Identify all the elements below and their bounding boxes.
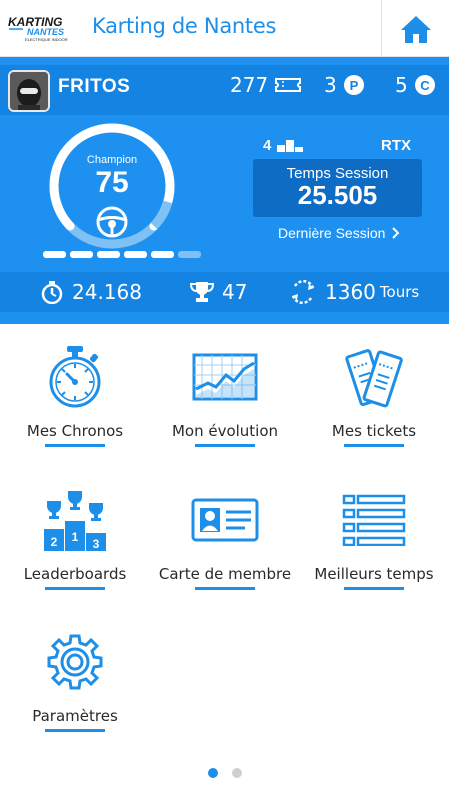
svg-text:3: 3 [93,537,100,551]
menu-item-leaderboards[interactable]: 2 1 3 Leaderboards [0,467,150,607]
level-progress-bar [43,251,201,258]
menu-label: Leaderboards [23,565,127,583]
svg-text:1: 1 [72,530,79,544]
progress-segment [124,251,147,258]
svg-text:NANTES: NANTES [27,27,64,37]
progress-segment [43,251,66,258]
menu-underline [45,587,105,590]
progress-segment [178,251,201,258]
app-title: Karting de Nantes [92,14,277,38]
podium-icon: 2 1 3 [40,487,110,553]
progress-segment [97,251,120,258]
menu-underline [344,587,404,590]
home-icon [400,15,431,43]
chevron-right-icon [392,227,400,239]
progress-segment [151,251,174,258]
menu-item-meilleurs-temps[interactable]: Meilleurs temps [299,467,449,607]
rank: 4 [263,137,304,154]
home-button[interactable] [382,0,449,57]
level-value: 75 [95,166,129,199]
page-dot-2[interactable] [231,768,242,778]
member-card-icon [190,487,260,553]
podium-small-icon [277,139,304,152]
rank-value: 4 [263,137,272,154]
stats-band: 24.168 47 1360 Tours [0,272,449,312]
session-time-box: Temps Session 25.505 [253,159,422,217]
menu-item-mon-evolution[interactable]: Mon évolution [150,324,300,464]
menu-item-mes-chronos[interactable]: Mes Chronos [0,324,150,464]
progress-segment [70,251,93,258]
svg-text:P: P [349,78,358,93]
menu-label: Meilleurs temps [314,565,434,583]
credits-value: 5 [395,73,408,97]
menu-item-mes-tickets[interactable]: Mes tickets [299,324,449,464]
svg-text:ELECTRIQUE INDOOR: ELECTRIQUE INDOOR [25,37,68,42]
kart-name: RTX [381,137,411,154]
svg-text:C: C [420,78,430,93]
menu-underline [344,444,404,447]
credits-count: 5 C [395,73,436,97]
menu-label: Carte de membre [158,565,292,583]
menu-label: Mes tickets [331,422,417,440]
menu-underline [195,444,255,447]
list-icon [339,487,409,553]
trophy-icon [190,282,214,302]
svg-text:2: 2 [51,535,58,549]
profile-panel: FRITOS 277 3 P 5 C Champion 75 4 RTX Tem… [0,57,449,324]
points-icon: P [343,75,364,95]
stopwatch-small-icon [41,281,63,304]
laps-unit: Tours [379,283,420,301]
ticket-icon [275,78,302,92]
trophies-value: 47 [222,280,248,304]
last-session-label: Dernière Session [278,225,386,241]
menu-underline [195,587,255,590]
points-value: 3 [324,73,337,97]
gear-icon [40,629,110,695]
menu-label: Mon évolution [171,422,279,440]
last-session-link[interactable]: Dernière Session [278,225,400,241]
credits-icon: C [414,75,435,95]
laps-value: 1360 [325,280,376,304]
menu-label: Paramètres [32,707,118,725]
menu-underline [45,444,105,447]
tickets-icon [339,344,409,410]
username: FRITOS [58,76,131,97]
helmet-icon [10,72,48,110]
tickets-count: 277 [230,73,302,97]
laps-stat: 1360 Tours [289,280,419,304]
tickets-value: 277 [230,73,269,97]
laps-loop-icon [291,280,315,304]
level-gauge: Champion 75 [48,122,176,250]
menu-label: Mes Chronos [26,422,124,440]
session-time: 25.505 [297,180,378,210]
best-time-value: 24.168 [72,280,142,304]
app-header: KARTING NANTES ELECTRIQUE INDOOR Karting… [0,0,449,57]
level-name: Champion [86,154,138,166]
line-chart-icon [190,344,260,410]
best-time-stat: 24.168 [40,280,142,304]
karting-logo: KARTING NANTES ELECTRIQUE INDOOR [8,15,68,42]
menu-item-parametres[interactable]: Paramètres [0,609,150,749]
steering-wheel-icon [96,206,128,238]
page-dot-1[interactable] [207,768,218,778]
points-count: 3 P [324,73,365,97]
stopwatch-icon [40,344,110,410]
trophies-stat: 47 [190,280,247,304]
menu-item-carte-de-membre[interactable]: Carte de membre [150,467,300,607]
page-indicator [0,768,449,778]
avatar[interactable] [8,70,50,112]
menu-underline [45,729,105,732]
